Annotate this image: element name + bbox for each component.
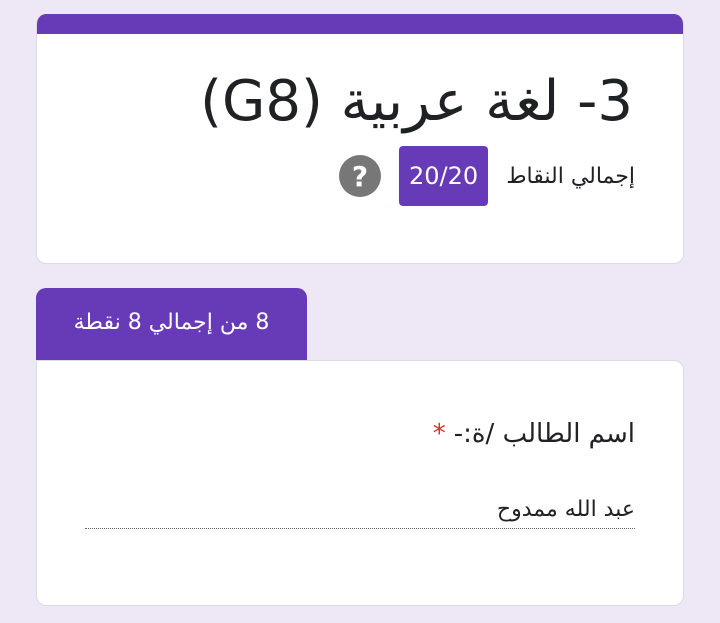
score-badge: 20/20 [399, 146, 489, 206]
question-title: اسم الطالب /ة:-* [433, 419, 635, 449]
question-title-text: اسم الطالب /ة:- [453, 419, 635, 449]
answer-field[interactable]: عبد الله ممدوح [85, 497, 635, 529]
required-marker: * [432, 419, 446, 449]
score-row: إجمالي النقاط 20/20 ? [339, 146, 635, 206]
total-points-label: إجمالي النقاط [506, 163, 635, 189]
form-title: 3- لغة عربية (G8) [200, 69, 633, 134]
header-accent-bar [37, 14, 683, 34]
question-mark-icon[interactable]: ? [339, 155, 382, 197]
section-score-tab: 8 من إجمالي 8 نقطة [36, 288, 307, 364]
section-score-text: 8 من إجمالي 8 نقطة [73, 309, 270, 335]
form-header-card: 3- لغة عربية (G8) إجمالي النقاط 20/20 ? [36, 14, 684, 264]
question-card: اسم الطالب /ة:-* عبد الله ممدوح [36, 360, 684, 606]
